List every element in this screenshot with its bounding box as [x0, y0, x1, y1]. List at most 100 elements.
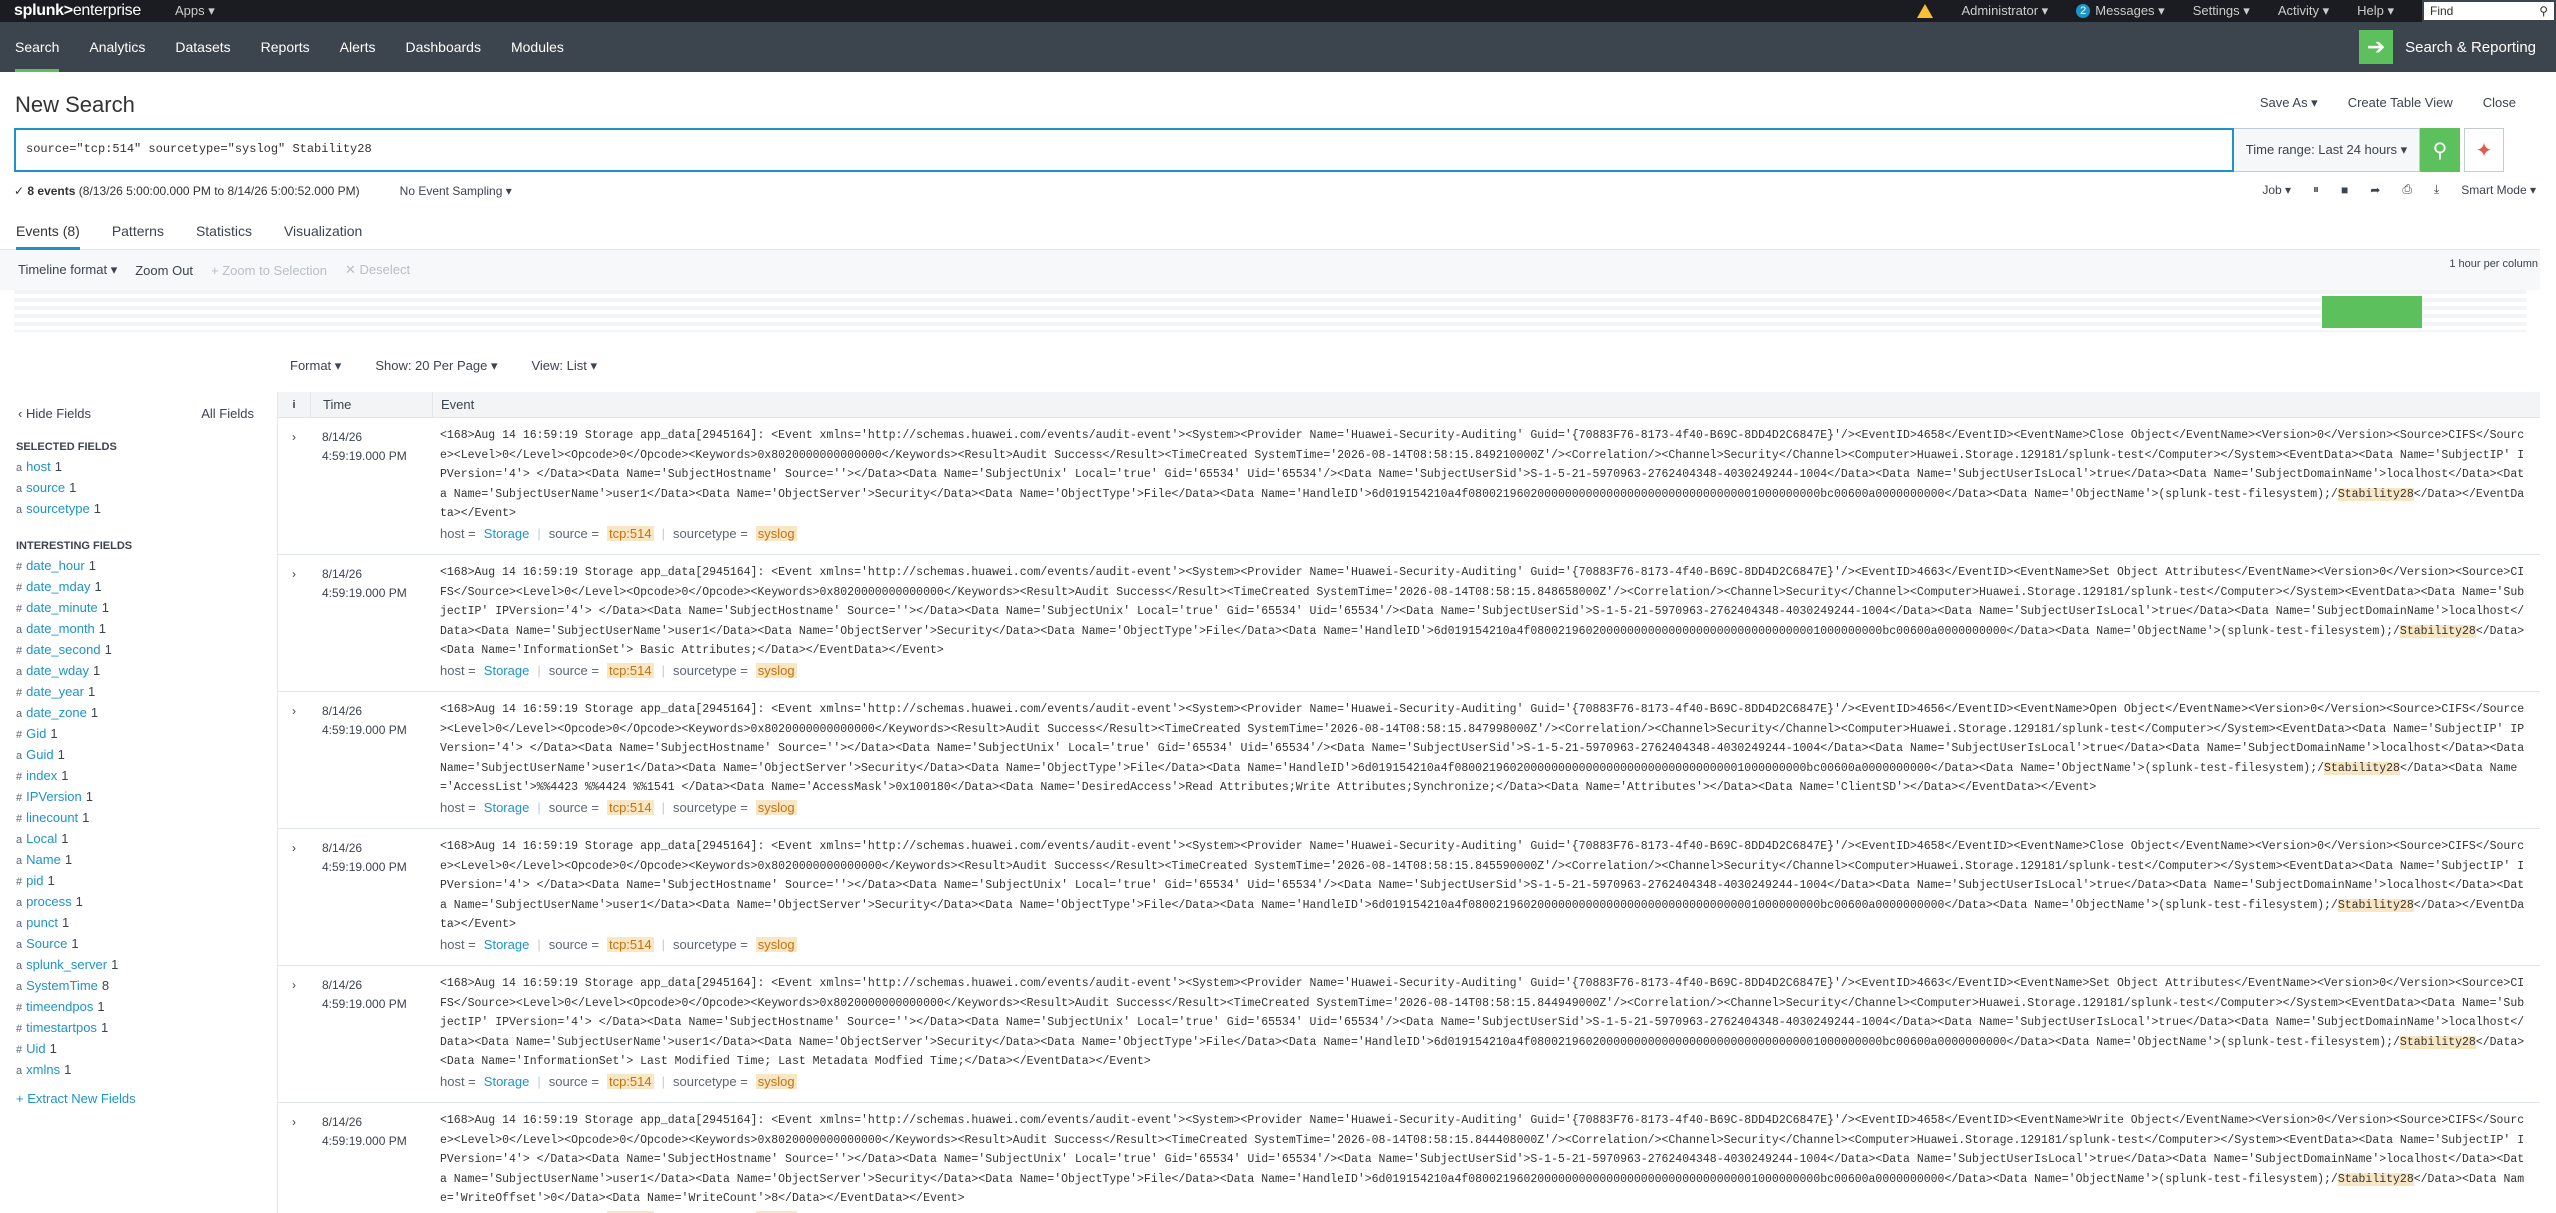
field-name[interactable]: splunk_server	[26, 957, 107, 972]
all-fields-button[interactable]: All Fields	[201, 406, 254, 421]
field-item[interactable]: # timestartpos 1	[16, 1018, 276, 1039]
activity-menu[interactable]: Activity ▾	[2278, 3, 2329, 19]
field-item[interactable]: # linecount 1	[16, 808, 276, 829]
meta-sourcetype-value[interactable]: syslog	[755, 526, 797, 541]
field-item[interactable]: a Name 1	[16, 850, 276, 871]
timeline-format-dropdown[interactable]: Timeline format ▾	[18, 262, 117, 278]
meta-host-value[interactable]: Storage	[484, 800, 530, 815]
field-name[interactable]: Guid	[26, 747, 53, 762]
meta-source-value[interactable]: tcp:514	[606, 937, 654, 952]
expand-row-icon[interactable]: ›	[278, 829, 310, 965]
field-item[interactable]: a xmlns 1	[16, 1060, 276, 1081]
expand-row-icon[interactable]: ›	[278, 966, 310, 1102]
field-name[interactable]: xmlns	[26, 1062, 60, 1077]
meta-host-value[interactable]: Storage	[484, 526, 530, 541]
event-raw-text[interactable]: <168>Aug 14 16:59:19 Storage app_data[29…	[440, 1111, 2528, 1207]
event-time[interactable]: 8/14/26 4:59:19.000 PM	[310, 966, 432, 1102]
zoom-out-button[interactable]: Zoom Out	[135, 263, 193, 278]
meta-source-value[interactable]: tcp:514	[606, 800, 654, 815]
field-name[interactable]: date_zone	[26, 705, 87, 720]
export-icon[interactable]: ⤓	[2434, 182, 2439, 197]
field-name[interactable]: IPVersion	[26, 789, 82, 804]
job-menu[interactable]: Job ▾	[2262, 183, 2291, 197]
event-raw-text[interactable]: <168>Aug 14 16:59:19 Storage app_data[29…	[440, 837, 2528, 933]
warning-icon[interactable]	[1917, 4, 1934, 18]
meta-sourcetype-value[interactable]: syslog	[755, 937, 797, 952]
assistant-button[interactable]: ✦	[2464, 128, 2504, 172]
timeline-bar[interactable]	[2322, 296, 2422, 328]
field-item[interactable]: a host 1	[16, 457, 276, 478]
search-query-input[interactable]: source="tcp:514" sourcetype="syslog" Sta…	[14, 128, 2234, 172]
field-name[interactable]: date_month	[26, 621, 95, 636]
help-menu[interactable]: Help ▾	[2357, 3, 2394, 19]
event-raw-text[interactable]: <168>Aug 14 16:59:19 Storage app_data[29…	[440, 426, 2528, 522]
meta-host-value[interactable]: Storage	[484, 937, 530, 952]
search-submit-button[interactable]: ⚲	[2420, 128, 2460, 172]
expand-row-icon[interactable]: ›	[278, 692, 310, 828]
search-term-highlight[interactable]: Stability28	[2337, 898, 2414, 912]
field-item[interactable]: # date_second 1	[16, 640, 276, 661]
hide-fields-button[interactable]: ‹ Hide Fields	[18, 406, 91, 421]
field-name[interactable]: punct	[26, 915, 58, 930]
field-item[interactable]: a Source 1	[16, 934, 276, 955]
field-name[interactable]: pid	[26, 873, 43, 888]
close-button[interactable]: Close	[2483, 95, 2516, 111]
nav-search[interactable]: Search	[0, 22, 74, 72]
splunk-logo[interactable]: splunk>enterprise	[0, 2, 141, 20]
field-item[interactable]: a punct 1	[16, 913, 276, 934]
field-item[interactable]: a date_wday 1	[16, 661, 276, 682]
field-item[interactable]: a date_month 1	[16, 619, 276, 640]
tab-patterns[interactable]: Patterns	[96, 214, 180, 248]
field-name[interactable]: Local	[26, 831, 57, 846]
expand-row-icon[interactable]: ›	[278, 418, 310, 554]
field-item[interactable]: a sourcetype 1	[16, 499, 276, 520]
meta-host-value[interactable]: Storage	[484, 663, 530, 678]
search-term-highlight[interactable]: Stability28	[2399, 1035, 2476, 1049]
field-item[interactable]: # date_minute 1	[16, 598, 276, 619]
extract-new-fields-link[interactable]: + Extract New Fields	[16, 1091, 276, 1106]
per-page-dropdown[interactable]: Show: 20 Per Page ▾	[375, 358, 497, 374]
expand-row-icon[interactable]: ›	[278, 555, 310, 691]
field-name[interactable]: date_second	[26, 642, 100, 657]
event-sampling-dropdown[interactable]: No Event Sampling ▾	[400, 184, 512, 198]
field-name[interactable]: Gid	[26, 726, 46, 741]
find-input[interactable]: Find ⚲	[2422, 0, 2556, 22]
meta-host-value[interactable]: Storage	[484, 1074, 530, 1089]
meta-source-value[interactable]: tcp:514	[606, 526, 654, 541]
field-item[interactable]: a date_zone 1	[16, 703, 276, 724]
event-raw-text[interactable]: <168>Aug 14 16:59:19 Storage app_data[29…	[440, 563, 2528, 659]
field-name[interactable]: date_year	[26, 684, 84, 699]
field-item[interactable]: a SystemTime 8	[16, 976, 276, 997]
field-item[interactable]: # Uid 1	[16, 1039, 276, 1060]
event-raw-text[interactable]: <168>Aug 14 16:59:19 Storage app_data[29…	[440, 974, 2528, 1070]
nav-analytics[interactable]: Analytics	[74, 22, 160, 72]
meta-source-value[interactable]: tcp:514	[606, 1074, 654, 1089]
nav-reports[interactable]: Reports	[246, 22, 325, 72]
field-name[interactable]: date_minute	[26, 600, 98, 615]
field-name[interactable]: date_mday	[26, 579, 90, 594]
search-term-highlight[interactable]: Stability28	[2337, 1172, 2414, 1186]
nav-datasets[interactable]: Datasets	[160, 22, 245, 72]
expand-row-icon[interactable]: ›	[278, 1103, 310, 1213]
field-item[interactable]: a Guid 1	[16, 745, 276, 766]
field-name[interactable]: SystemTime	[26, 978, 98, 993]
format-dropdown[interactable]: Format ▾	[290, 358, 341, 374]
tab-statistics[interactable]: Statistics	[180, 214, 268, 248]
deselect-button[interactable]: ✕ Deselect	[345, 262, 410, 278]
time-column-header[interactable]: Time	[310, 392, 432, 418]
field-item[interactable]: # Gid 1	[16, 724, 276, 745]
field-item[interactable]: # pid 1	[16, 871, 276, 892]
field-name[interactable]: process	[26, 894, 72, 909]
field-item[interactable]: a Local 1	[16, 829, 276, 850]
time-range-picker[interactable]: Time range: Last 24 hours ▾	[2234, 128, 2420, 172]
print-icon[interactable]: ⎙	[2402, 182, 2412, 197]
field-name[interactable]: host	[26, 459, 51, 474]
event-time[interactable]: 8/14/26 4:59:19.000 PM	[310, 555, 432, 691]
administrator-menu[interactable]: Administrator ▾	[1961, 3, 2048, 19]
meta-source-value[interactable]: tcp:514	[606, 663, 654, 678]
field-item[interactable]: # date_hour 1	[16, 556, 276, 577]
field-name[interactable]: timestartpos	[26, 1020, 97, 1035]
save-as-button[interactable]: Save As ▾	[2260, 95, 2318, 111]
tab-visualization[interactable]: Visualization	[268, 214, 378, 248]
meta-sourcetype-value[interactable]: syslog	[755, 800, 797, 815]
